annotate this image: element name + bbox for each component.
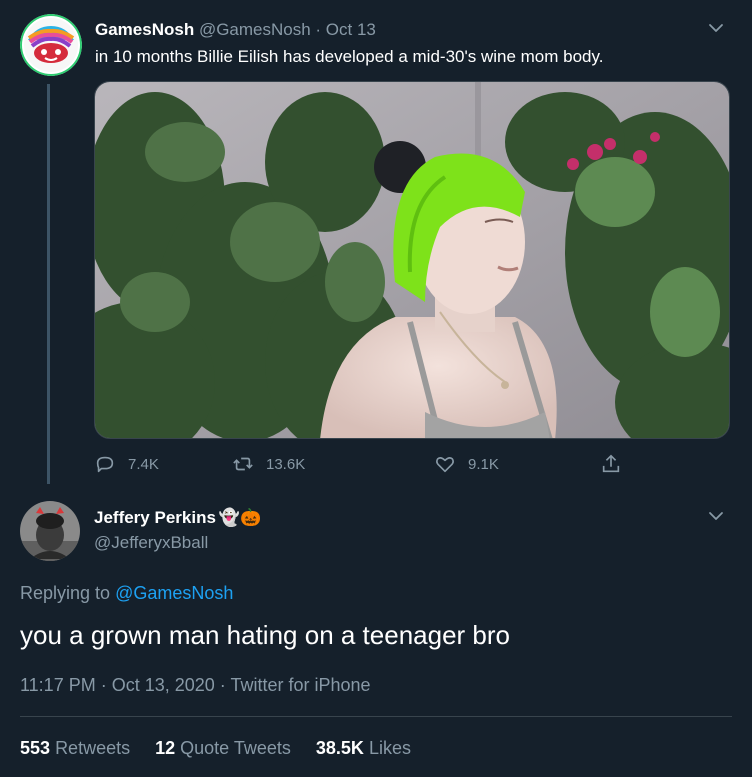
- games-nosh-avatar[interactable]: [20, 14, 82, 76]
- chevron-down-icon[interactable]: [706, 18, 726, 38]
- original-tweet-header: GamesNosh @GamesNosh · Oct 13: [95, 20, 376, 40]
- replying-to-link[interactable]: @GamesNosh: [115, 583, 233, 603]
- quote-tweets-stat[interactable]: 12 Quote Tweets: [155, 738, 291, 759]
- retweets-label: Retweets: [55, 738, 131, 758]
- share-icon: [602, 454, 620, 473]
- reply-icon: [96, 456, 114, 473]
- reply-tweet-text: you a grown man hating on a teenager bro: [20, 620, 511, 650]
- reply-author-name[interactable]: Jeffery Perkins 👻🎃: [94, 508, 261, 528]
- likes-label: Likes: [368, 738, 411, 758]
- jeffery-perkins-avatar[interactable]: [20, 501, 80, 561]
- retweets-count: 553: [20, 738, 51, 758]
- name-emoji: 👻🎃: [218, 508, 262, 527]
- original-date[interactable]: Oct 13: [326, 20, 376, 39]
- heart-icon: [436, 457, 454, 473]
- quote-label: Quote Tweets: [180, 738, 291, 758]
- tweet-photo[interactable]: [94, 81, 730, 439]
- like-action[interactable]: 9.1K: [434, 453, 499, 475]
- share-action[interactable]: [600, 453, 622, 475]
- chevron-down-icon[interactable]: [706, 506, 726, 526]
- retweets-stat[interactable]: 553 Retweets: [20, 738, 130, 759]
- original-tweet-text: in 10 months Billie Eilish has developed…: [95, 47, 604, 66]
- reply-count: 7.4K: [128, 455, 159, 473]
- reply-handle[interactable]: @JefferyxBball: [94, 533, 208, 553]
- divider: [20, 716, 732, 717]
- original-display-name[interactable]: GamesNosh: [95, 20, 194, 39]
- replying-prefix: Replying to: [20, 583, 116, 603]
- games-nosh-logo-icon: [20, 14, 82, 76]
- likes-stat[interactable]: 38.5K Likes: [316, 738, 411, 759]
- retweet-count: 13.6K: [266, 455, 306, 473]
- tweet-actions: 7.4K 13.6K 9.1K: [94, 453, 634, 477]
- thread-connector-line: [47, 84, 50, 484]
- header-separator: ·: [310, 20, 326, 39]
- retweet-action[interactable]: 13.6K: [232, 453, 305, 475]
- likes-count: 38.5K: [315, 738, 364, 758]
- replying-to: Replying to @GamesNosh: [20, 583, 233, 604]
- reply-display-name: Jeffery Perkins: [94, 508, 216, 527]
- retweet-icon: [233, 457, 253, 471]
- tweet-stats: 553 Retweets 12 Quote Tweets 38.5K Likes: [20, 738, 411, 759]
- like-count: 9.1K: [468, 455, 499, 473]
- user-avatar-icon: [20, 501, 80, 561]
- reply-action[interactable]: 7.4K: [94, 453, 159, 475]
- quote-count: 12: [155, 738, 176, 758]
- original-handle[interactable]: @GamesNosh: [199, 20, 311, 39]
- photo-icon: [95, 82, 729, 438]
- tweet-timestamp[interactable]: 11:17 PM · Oct 13, 2020 · Twitter for iP…: [20, 675, 371, 696]
